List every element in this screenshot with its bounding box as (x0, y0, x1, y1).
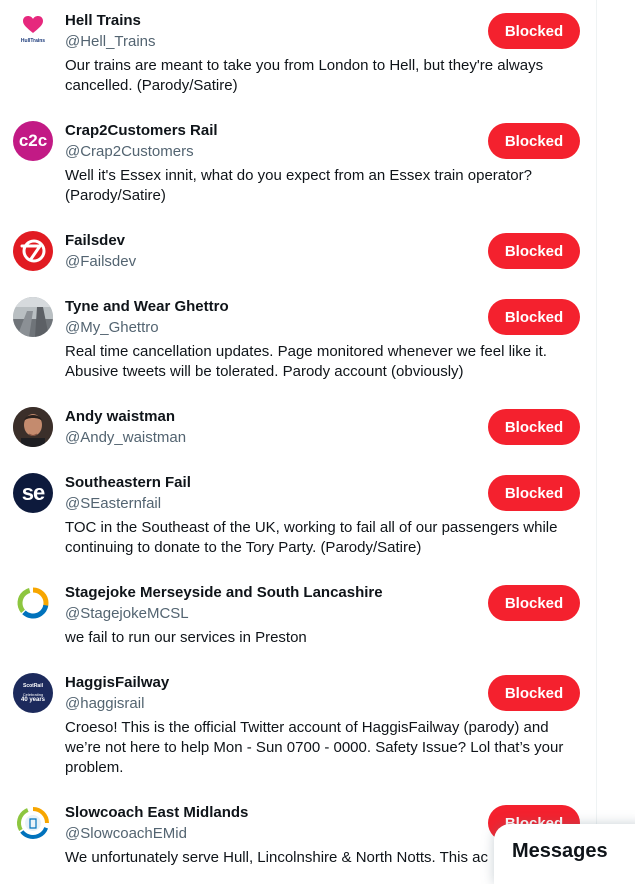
account-handle[interactable]: @Andy_waistman (65, 428, 186, 448)
account-bio: Croeso! This is the official Twitter acc… (65, 719, 564, 776)
ring-logo-icon (17, 587, 49, 619)
blocked-button[interactable]: Blocked (488, 409, 580, 445)
avatar[interactable]: ScotRail Celebrating 40 years (13, 673, 53, 713)
blocked-button[interactable]: Blocked (488, 675, 580, 711)
heart-logo-icon: HullTrains (21, 16, 45, 44)
blocked-button[interactable]: Blocked (488, 299, 580, 335)
messages-drawer-title[interactable]: Messages (512, 840, 608, 863)
avatar[interactable]: se (13, 473, 53, 513)
scotrail-logo-icon: ScotRail Celebrating 40 years (13, 673, 53, 713)
blocked-button[interactable]: Blocked (488, 585, 580, 621)
account-name[interactable]: Failsdev (65, 231, 125, 251)
avatar-text: se (21, 480, 46, 505)
avatar[interactable]: c2c (13, 121, 53, 161)
avatar[interactable] (13, 583, 53, 623)
account-handle[interactable]: @Crap2Customers (65, 142, 194, 162)
blocked-button[interactable]: Blocked (488, 475, 580, 511)
account-handle[interactable]: @SlowcoachEMid (65, 824, 187, 844)
account-handle[interactable]: @StagejokeMCSL (65, 604, 189, 624)
account-bio: TOC in the Southeast of the UK, working … (65, 519, 558, 556)
blocked-button[interactable]: Blocked (488, 233, 580, 269)
avatar-text: c2c (18, 131, 48, 150)
column-divider (596, 0, 597, 871)
blocked-button[interactable]: Blocked (488, 13, 580, 49)
account-handle[interactable]: @Hell_Trains (65, 32, 156, 52)
account-name[interactable]: Crap2Customers Rail (65, 121, 218, 141)
account-name[interactable]: Hell Trains (65, 11, 141, 31)
avatar[interactable] (13, 407, 53, 447)
ring-logo-icon (17, 807, 49, 839)
avatar-text: ScotRail (22, 682, 43, 689)
account-bio: Our trains are meant to take you from Lo… (65, 57, 544, 94)
avatar-text: HullTrains (21, 38, 45, 44)
avatar[interactable] (13, 297, 53, 337)
account-name[interactable]: Stagejoke Merseyside and South Lancashir… (65, 583, 383, 603)
avatar-text-3: 40 years (20, 696, 46, 703)
blocked-button[interactable]: Blocked (488, 123, 580, 159)
account-name[interactable]: Southeastern Fail (65, 473, 191, 493)
messages-drawer[interactable]: Messages (494, 824, 635, 884)
account-bio: Well it's Essex innit, what do you expec… (65, 167, 532, 204)
avatar[interactable] (13, 803, 53, 843)
account-bio: we fail to run our services in Preston (65, 629, 307, 646)
account-handle[interactable]: @My_Ghettro (65, 318, 159, 338)
account-name[interactable]: Tyne and Wear Ghettro (65, 297, 229, 317)
avatar[interactable]: HullTrains (13, 11, 53, 51)
blocked-accounts-list: HullTrains Hell Trains @Hell_Trains Our … (0, 0, 596, 871)
account-name[interactable]: Slowcoach East Midlands (65, 803, 248, 823)
account-name[interactable]: HaggisFailway (65, 673, 169, 693)
account-handle[interactable]: @haggisrail (65, 694, 144, 714)
account-name[interactable]: Andy waistman (65, 407, 175, 427)
swirl-logo-icon (20, 237, 47, 263)
photo-avatar-icon (13, 297, 53, 337)
account-handle[interactable]: @SEasternfail (65, 494, 161, 514)
account-handle[interactable]: @Failsdev (65, 252, 136, 272)
avatar[interactable] (13, 231, 53, 271)
portrait-avatar-icon (13, 407, 53, 447)
account-bio: Real time cancellation updates. Page mon… (65, 343, 547, 380)
